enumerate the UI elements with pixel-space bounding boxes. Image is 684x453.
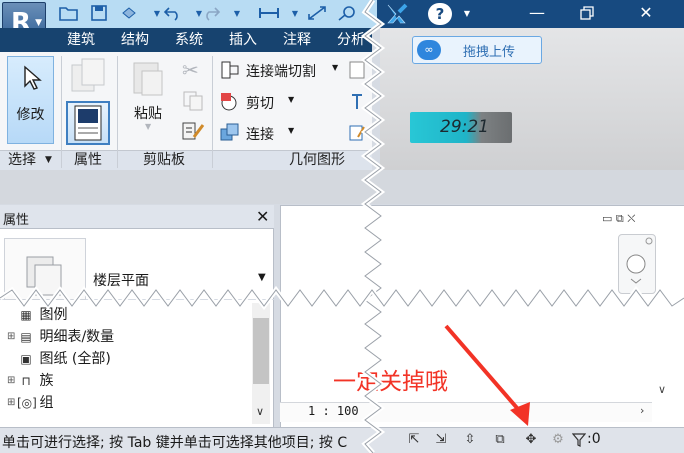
exchange-apps-icon[interactable] [384, 3, 410, 24]
tab-insert[interactable]: 插入 [229, 28, 257, 52]
tag-icon[interactable] [336, 4, 358, 24]
chevron-down-icon[interactable]: ▼ [45, 150, 52, 170]
select-pinned-icon[interactable]: ⇳ [459, 430, 481, 450]
properties-palette-header: 属性 ✕ [0, 205, 274, 229]
match-properties-icon[interactable] [180, 119, 206, 147]
panel-title-properties: 属性 [74, 152, 102, 168]
cut-icon [219, 91, 241, 117]
tear-mark-vertical [360, 0, 386, 453]
chevron-down-icon: ▼ [145, 122, 152, 131]
tab-architecture[interactable]: 建筑 [67, 28, 95, 52]
paste-icon [130, 57, 166, 101]
chevron-down-icon[interactable]: ∨ [256, 405, 264, 418]
annotation-text: 一定关掉哦 [333, 369, 448, 395]
chevron-right-icon[interactable]: › [640, 404, 644, 417]
cut-geometry-button[interactable]: 连接端切割 [246, 61, 316, 81]
select-underlay-icon[interactable]: ⇲ [430, 430, 452, 450]
help-icon[interactable]: ? [428, 3, 452, 25]
cut-button[interactable]: 剪切 [246, 93, 274, 113]
close-icon[interactable]: ✕ [626, 0, 666, 28]
filter-icon[interactable] [571, 433, 587, 451]
sheet-icon: ▣ [20, 352, 32, 366]
panel-divider [117, 56, 118, 168]
chevron-down-icon[interactable]: ▼ [284, 4, 306, 24]
view-scale[interactable]: 1 : 100 [308, 404, 359, 418]
chevron-down-icon[interactable]: ▼ [258, 272, 266, 283]
undo-icon[interactable] [162, 4, 184, 24]
timer-text: 29:21 [440, 117, 489, 137]
chevron-down-icon[interactable]: ▼ [288, 126, 294, 135]
upload-label: 拖拽上传 [463, 45, 516, 60]
filter-count: :0 [587, 431, 601, 447]
align-icon[interactable] [258, 4, 280, 24]
restore-icon[interactable]: ⧉ [616, 212, 624, 225]
browser-item-groups[interactable]: ⊞ [◎] 组 [7, 392, 53, 414]
join-button[interactable]: 连接 [246, 124, 274, 144]
annotation-arrow [444, 324, 530, 426]
properties-button[interactable] [66, 101, 110, 145]
drag-elements-on-selection-icon[interactable]: ✥ [520, 430, 542, 450]
open-folder-icon[interactable] [58, 4, 80, 24]
panel-divider [61, 56, 62, 168]
select-links-icon[interactable]: ⇱ [403, 430, 425, 450]
chevron-down-icon[interactable]: ▼ [332, 63, 338, 72]
panel-title-clipboard: 剪贴板 [143, 152, 185, 168]
expand-icon[interactable]: ⊞ [7, 370, 17, 392]
recording-timer: 29:21 [410, 112, 512, 143]
measure-icon[interactable] [306, 4, 328, 24]
tab-structure[interactable]: 结构 [121, 28, 149, 52]
tab-annotate[interactable]: 注释 [283, 28, 311, 52]
expand-icon[interactable]: ⊞ [7, 392, 17, 414]
properties-title: 属性 [3, 213, 30, 228]
chevron-down-icon[interactable]: ▼ [226, 4, 248, 24]
type-properties-icon [68, 57, 108, 97]
browser-scrollbar-thumb[interactable] [253, 318, 269, 384]
upload-cloud-icon: ∞ [417, 40, 441, 60]
drag-upload-button[interactable]: ∞ 拖拽上传 [412, 36, 542, 64]
panel-title-select[interactable]: 选择 [8, 150, 36, 170]
chevron-down-icon[interactable]: ▼ [456, 4, 478, 24]
close-icon[interactable]: ✕ [256, 207, 269, 226]
gear-icon[interactable]: ⚙ [547, 430, 569, 450]
family-icon: ⊓ [21, 374, 31, 388]
options-bar [0, 170, 684, 204]
join-icon [219, 121, 241, 147]
select-by-face-icon[interactable]: ⧉ [489, 430, 511, 450]
scissors-icon[interactable]: ✂ [182, 58, 199, 82]
redo-icon[interactable] [200, 4, 222, 24]
view-window-controls: ▭ ⧉ ⛌ [602, 212, 635, 226]
minimize-icon[interactable]: ▭ [602, 212, 612, 225]
tab-systems[interactable]: 系统 [175, 28, 203, 52]
browser-item-sheets[interactable]: ▣ 图纸 (全部) [7, 348, 111, 370]
save-icon[interactable] [88, 4, 110, 24]
tear-mark-horizontal [0, 285, 684, 311]
status-message: 单击可进行选择; 按 Tab 键并单击可选择其他项目; 按 C [2, 435, 348, 451]
browser-item-schedules[interactable]: ⊞ ▤ 明细表/数量 [7, 326, 114, 348]
browser-item-families[interactable]: ⊞ ⊓ 族 [7, 370, 53, 392]
chevron-down-icon[interactable]: ▼ [288, 95, 294, 104]
sync-icon[interactable] [118, 4, 140, 24]
minimize-icon[interactable]: — [517, 0, 557, 28]
close-icon[interactable]: ⛌ [627, 212, 635, 225]
panel-title-geometry: 几何图形 [289, 152, 345, 168]
schedule-icon: ▤ [20, 330, 32, 344]
expand-icon[interactable]: ⊞ [7, 326, 17, 348]
chevron-down-icon[interactable]: ∨ [658, 383, 666, 396]
cut-geometry-icon [219, 59, 241, 85]
panel-divider [212, 56, 213, 168]
group-icon: [◎] [17, 396, 37, 410]
modify-button[interactable] [7, 56, 54, 144]
copy-icon[interactable] [182, 90, 204, 116]
cursor-arrow-icon [24, 65, 42, 90]
paste-button[interactable]: 粘贴 [134, 103, 162, 123]
restore-icon[interactable] [567, 0, 607, 28]
modify-label: 修改 [16, 107, 45, 123]
